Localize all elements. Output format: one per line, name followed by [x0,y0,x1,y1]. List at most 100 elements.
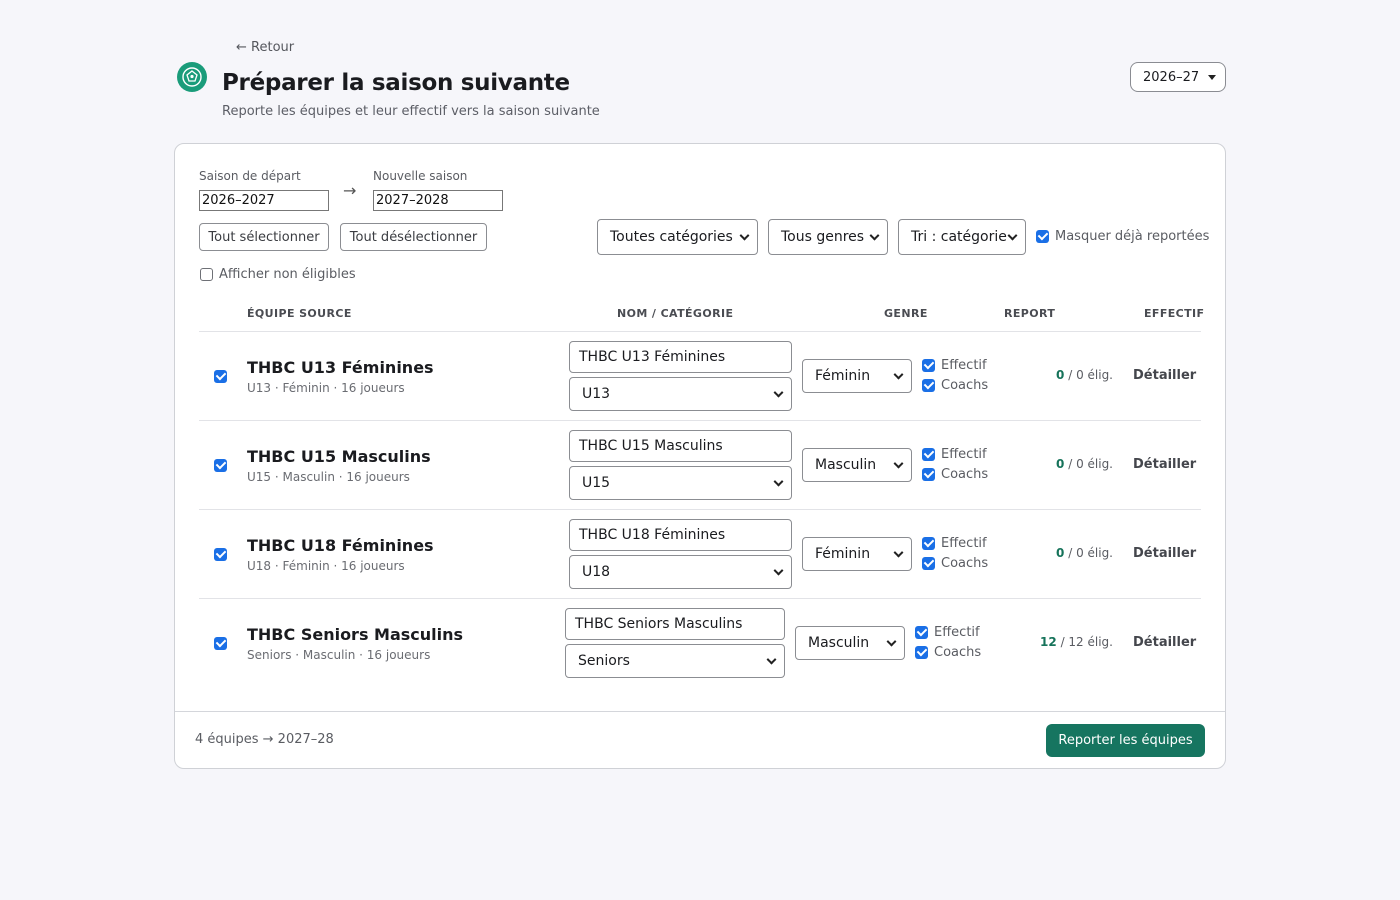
report-coachs-toggle[interactable]: Coachs [922,556,988,571]
team-name-input[interactable]: THBC Seniors Masculins [565,608,785,640]
eligible-count: 0 / 0 élig. [1033,457,1113,471]
target-season-label: Nouvelle saison [373,169,468,183]
carry-over-card: Saison de départ 2026–2027 → Nouvelle sa… [174,143,1226,769]
footer-summary: 4 équipes → 2027–28 [195,732,334,747]
deselect-all-button[interactable]: Tout désélectionner [340,223,487,251]
detail-button[interactable]: Détailler [1133,635,1196,650]
gender-select-value: Masculin [808,635,870,651]
row-title: THBC U13 Féminines [247,358,434,377]
chevron-down-icon [1007,230,1018,241]
report-coachs-toggle[interactable]: Coachs [915,645,981,660]
eligible-total: / 0 élig. [1064,457,1113,471]
table-row: THBC U13 Féminines U13 · Féminin · 16 jo… [175,332,1225,421]
show-ineligible-toggle[interactable]: Afficher non éligibles [200,267,356,282]
column-header-source: ÉQUIPE SOURCE [247,307,352,320]
table-row: THBC Seniors Masculins Seniors · Masculi… [175,599,1225,688]
column-header-gender: GENRE [884,307,928,320]
report-coachs-label: Coachs [941,378,989,393]
target-season-input[interactable]: 2027–2028 [373,190,503,211]
show-ineligible-label: Afficher non éligibles [219,267,356,282]
column-header-roster: EFFECTIF [1144,307,1205,320]
detail-button[interactable]: Détailler [1133,457,1196,472]
team-name-input[interactable]: THBC U15 Masculins [569,430,792,462]
hide-reported-checkbox[interactable] [1036,230,1049,243]
table-row: THBC U18 Féminines U18 · Féminin · 16 jo… [175,510,1225,599]
row-subtitle: U18 · Féminin · 16 joueurs [247,559,405,573]
report-coachs-checkbox[interactable] [922,379,935,392]
report-effectif-checkbox[interactable] [922,448,935,461]
gender-select[interactable]: Féminin [802,537,912,571]
show-ineligible-checkbox[interactable] [200,268,213,281]
category-select-value: U15 [582,475,611,491]
gender-select[interactable]: Féminin [802,359,912,393]
category-select[interactable]: U15 [569,466,792,500]
report-effectif-toggle[interactable]: Effectif [915,625,980,640]
gender-select-value: Féminin [815,368,871,384]
eligible-total: / 0 élig. [1064,546,1113,560]
footer-divider [175,711,1225,712]
team-name-input[interactable]: THBC U18 Féminines [569,519,792,551]
report-effectif-checkbox[interactable] [922,359,935,372]
row-select-checkbox[interactable] [214,459,227,472]
gender-select-value: Féminin [815,546,871,562]
chevron-down-icon [773,387,784,398]
report-effectif-toggle[interactable]: Effectif [922,447,987,462]
category-select[interactable]: U13 [569,377,792,411]
report-coachs-checkbox[interactable] [922,468,935,481]
team-name-input[interactable]: THBC U13 Féminines [569,341,792,373]
report-coachs-toggle[interactable]: Coachs [922,467,988,482]
chevron-down-icon [893,547,904,558]
detail-button[interactable]: Détailler [1133,546,1196,561]
report-coachs-label: Coachs [934,645,982,660]
column-header-report: REPORT [1004,307,1056,320]
season-selector[interactable]: 2026–27 [1130,62,1226,92]
column-header-name: NOM / CATÉGORIE [617,307,734,320]
report-effectif-checkbox[interactable] [922,537,935,550]
club-logo-icon [177,62,207,92]
chevron-down-icon [773,476,784,487]
category-select-value: U13 [582,386,611,402]
category-select-value: Seniors [578,653,630,669]
row-select-checkbox[interactable] [214,637,227,650]
gender-select-value: Masculin [815,457,877,473]
report-effectif-toggle[interactable]: Effectif [922,358,987,373]
row-select-checkbox[interactable] [214,548,227,561]
report-coachs-toggle[interactable]: Coachs [922,378,988,393]
category-filter-select[interactable]: Toutes catégories [597,219,758,255]
report-effectif-checkbox[interactable] [915,626,928,639]
eligible-total: / 12 élig. [1056,635,1113,649]
chevron-down-icon [886,636,897,647]
sort-value: Tri : catégorie [911,229,1007,245]
select-all-button[interactable]: Tout sélectionner [199,223,329,251]
report-effectif-toggle[interactable]: Effectif [922,536,987,551]
caret-down-icon [1208,75,1216,80]
detail-button[interactable]: Détailler [1133,368,1196,383]
row-subtitle: U15 · Masculin · 16 joueurs [247,470,410,484]
source-season-label: Saison de départ [199,169,301,183]
hide-reported-toggle[interactable]: Masquer déjà reportées [1036,229,1209,244]
row-subtitle: U13 · Féminin · 16 joueurs [247,381,405,395]
row-subtitle: Seniors · Masculin · 16 joueurs [247,648,431,662]
report-coachs-label: Coachs [941,467,989,482]
sort-select[interactable]: Tri : catégorie [898,219,1026,255]
chevron-down-icon [739,230,750,241]
report-coachs-checkbox[interactable] [922,557,935,570]
category-select-value: U18 [582,564,611,580]
chevron-down-icon [869,230,880,241]
category-filter-value: Toutes catégories [610,229,733,245]
chevron-down-icon [893,458,904,469]
arrow-right-icon: → [343,181,357,200]
back-link[interactable]: ← Retour [236,40,294,55]
category-select[interactable]: U18 [569,555,792,589]
report-coachs-label: Coachs [941,556,989,571]
row-select-checkbox[interactable] [214,370,227,383]
gender-select[interactable]: Masculin [802,448,912,482]
submit-carry-over-button[interactable]: Reporter les équipes [1046,724,1205,757]
source-season-input[interactable]: 2026–2027 [199,190,329,211]
report-coachs-checkbox[interactable] [915,646,928,659]
gender-select[interactable]: Masculin [795,626,905,660]
category-select[interactable]: Seniors [565,644,785,678]
eligible-count: 0 / 0 élig. [1033,546,1113,560]
gender-filter-select[interactable]: Tous genres [768,219,888,255]
report-effectif-label: Effectif [934,625,980,640]
